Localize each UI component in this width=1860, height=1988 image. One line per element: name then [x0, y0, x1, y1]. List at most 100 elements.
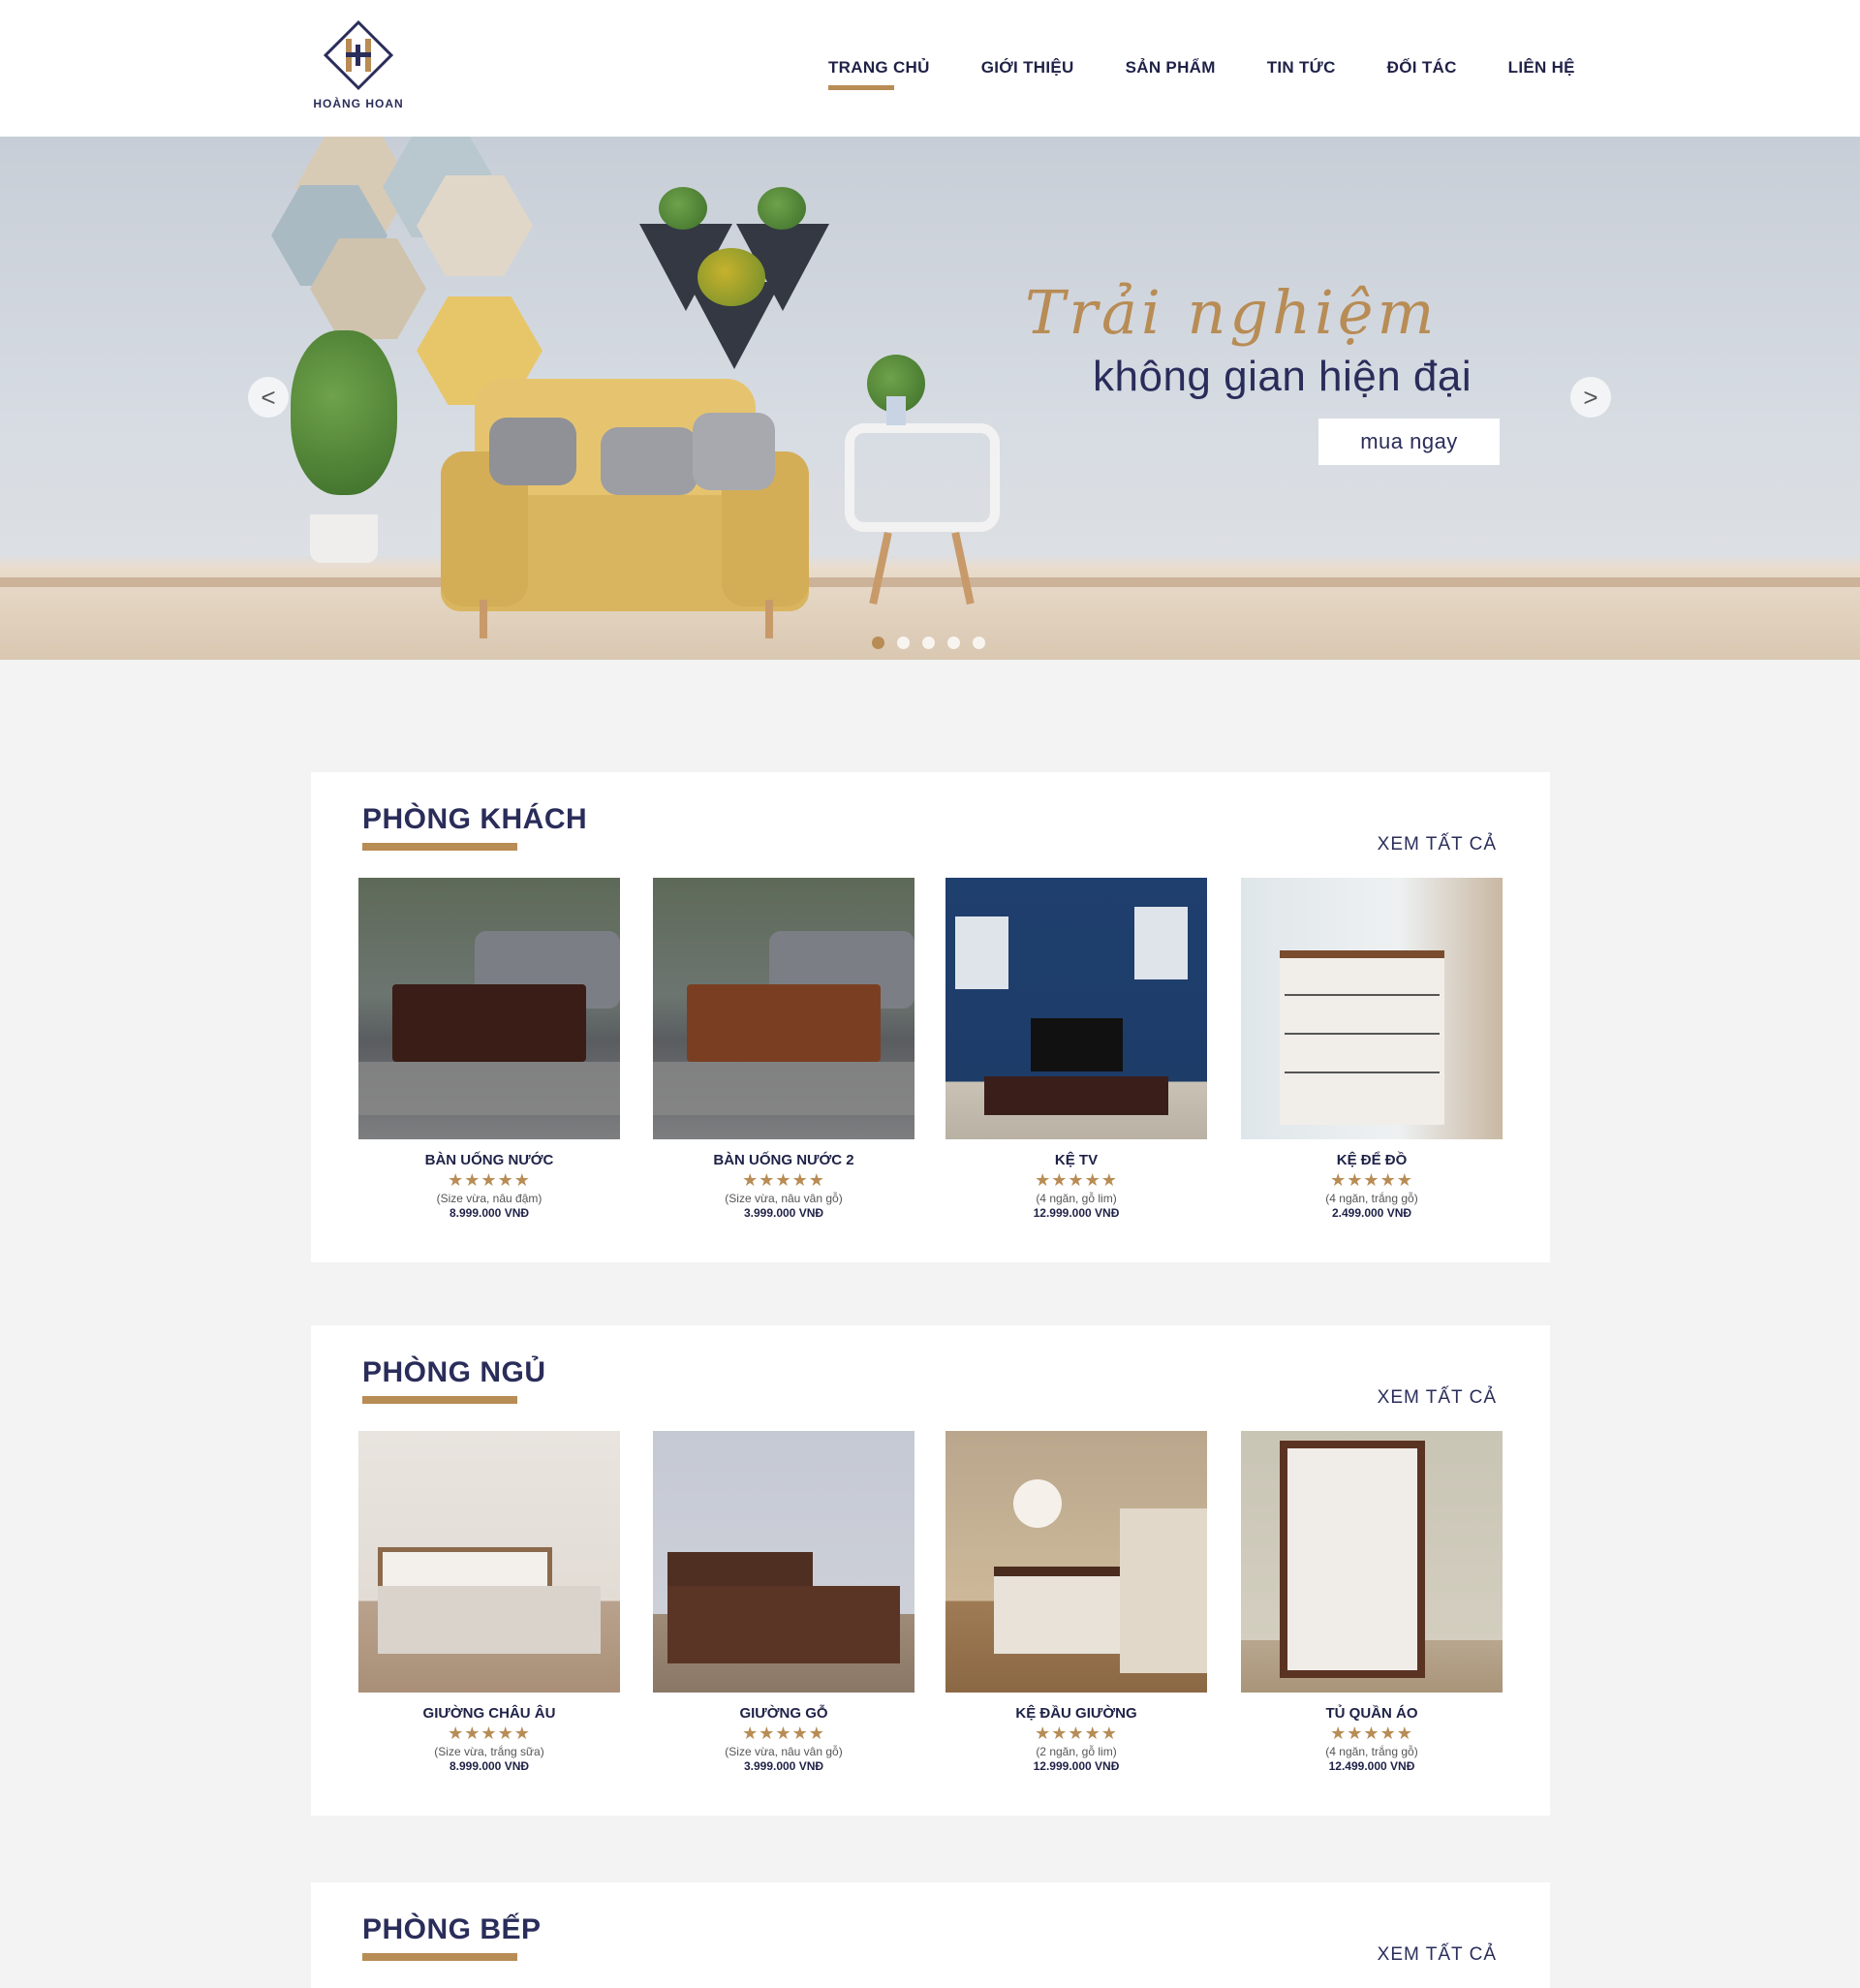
hero-dot[interactable] — [922, 637, 935, 649]
product-name: KỆ TV — [1054, 1152, 1099, 1168]
brand-logo[interactable]: HOÀNG HOAN — [311, 16, 406, 112]
armchair-leg — [480, 600, 487, 638]
product-image — [653, 878, 914, 1139]
section-title: PHÒNG KHÁCH — [362, 803, 588, 835]
brand-name: HOÀNG HOAN — [313, 97, 404, 110]
product-desc: (2 ngăn, gỗ lim) — [1036, 1745, 1117, 1758]
product-name: GIƯỜNG CHÂU ÂU — [422, 1705, 556, 1722]
view-all-link[interactable]: XEM TẤT CẢ — [1378, 834, 1497, 855]
nav-item-about[interactable]: GIỚI THIỆU — [981, 58, 1074, 97]
product-image — [946, 1431, 1207, 1693]
section-kitchen: PHÒNG BẾP XEM TẤT CẢ — [311, 1882, 1550, 1988]
rating-stars-icon: ★★★★★ — [448, 1724, 531, 1743]
painting-shape — [955, 916, 1008, 989]
armchair-leg — [765, 600, 773, 638]
nav-item-contact[interactable]: LIÊN HỆ — [1508, 58, 1575, 97]
product-desc: (4 ngăn, trắng gỗ) — [1325, 1192, 1418, 1205]
view-all-link[interactable]: XEM TẤT CẢ — [1378, 1944, 1497, 1966]
product-grid: BÀN UỐNG NƯỚC ★★★★★ (Size vừa, nâu đậm) … — [358, 878, 1504, 1246]
product-price: 8.999.000 VNĐ — [449, 1206, 530, 1220]
product-desc: (4 ngăn, trắng gỗ) — [1325, 1745, 1418, 1758]
main-nav: TRANG CHỦ GIỚI THIỆU SẢN PHẨM TIN TỨC ĐỐ… — [828, 58, 1575, 97]
section-underline — [362, 843, 517, 851]
product-price: 2.499.000 VNĐ — [1331, 1206, 1412, 1220]
table-shape — [392, 984, 586, 1062]
product-desc: (4 ngăn, gỗ lim) — [1036, 1192, 1117, 1205]
plant-pot — [310, 514, 378, 563]
product-card[interactable]: GIƯỜNG GỖ ★★★★★ (Size vừa, nâu vân gỗ) 3… — [653, 1431, 914, 1773]
product-image — [946, 878, 1207, 1139]
section-bedroom: PHÒNG NGỦ XEM TẤT CẢ GIƯỜNG CHÂU ÂU ★★★★… — [311, 1325, 1550, 1816]
hero-dot[interactable] — [973, 637, 985, 649]
nav-item-news[interactable]: TIN TỨC — [1267, 58, 1336, 97]
section-title: PHÒNG NGỦ — [362, 1356, 546, 1388]
drawer-line — [1285, 1033, 1440, 1035]
bed-headboard — [667, 1552, 813, 1591]
rating-stars-icon: ★★★★★ — [448, 1170, 531, 1190]
product-name: TỦ QUẦN ÁO — [1325, 1705, 1418, 1722]
planter-plant — [758, 187, 806, 230]
product-card[interactable]: TỦ QUẦN ÁO ★★★★★ (4 ngăn, trắng gỗ) 12.4… — [1241, 1431, 1503, 1773]
hero-next-button[interactable]: > — [1570, 377, 1611, 418]
product-grid: GIƯỜNG CHÂU ÂU ★★★★★ (Size vừa, trắng sữ… — [358, 1431, 1504, 1799]
product-card[interactable]: KỆ ĐẦU GIƯỜNG ★★★★★ (2 ngăn, gỗ lim) 12.… — [946, 1431, 1207, 1773]
nav-item-partners[interactable]: ĐỐI TÁC — [1387, 58, 1457, 97]
nav-item-home[interactable]: TRANG CHỦ — [828, 58, 930, 97]
tv-stand-shape — [984, 1076, 1168, 1115]
table-shape — [687, 984, 881, 1062]
drawer-line — [1285, 1072, 1440, 1073]
bed-shape — [1120, 1508, 1207, 1673]
rating-stars-icon: ★★★★★ — [1330, 1170, 1413, 1190]
product-image — [358, 878, 620, 1139]
product-image — [653, 1431, 914, 1693]
product-price: 12.499.000 VNĐ — [1328, 1759, 1415, 1773]
product-price: 8.999.000 VNĐ — [449, 1759, 530, 1773]
product-card[interactable]: GIƯỜNG CHÂU ÂU ★★★★★ (Size vừa, trắng sữ… — [358, 1431, 620, 1773]
rug-shape — [653, 1062, 914, 1115]
section-title: PHÒNG BẾP — [362, 1913, 542, 1945]
bed-shape — [667, 1586, 900, 1663]
hero-dot[interactable] — [872, 637, 884, 649]
product-desc: (Size vừa, nâu vân gỗ) — [725, 1192, 843, 1205]
product-image — [358, 1431, 620, 1693]
product-desc: (Size vừa, nâu vân gỗ) — [725, 1745, 843, 1758]
product-name: BÀN UỐNG NƯỚC — [424, 1152, 554, 1168]
product-name: KỆ ĐỂ ĐỒ — [1336, 1152, 1408, 1168]
product-price: 3.999.000 VNĐ — [743, 1759, 824, 1773]
product-price: 12.999.000 VNĐ — [1033, 1206, 1120, 1220]
rating-stars-icon: ★★★★★ — [742, 1170, 825, 1190]
nav-item-products[interactable]: SẢN PHẨM — [1126, 58, 1216, 97]
product-price: 12.999.000 VNĐ — [1033, 1759, 1120, 1773]
hero-dot[interactable] — [897, 637, 910, 649]
bed-headboard — [378, 1547, 552, 1591]
hero-title: không gian hiện đại — [1093, 353, 1472, 400]
product-card[interactable]: BÀN UỐNG NƯỚC 2 ★★★★★ (Size vừa, nâu vân… — [653, 878, 914, 1220]
rating-stars-icon: ★★★★★ — [1035, 1724, 1118, 1743]
product-card[interactable]: BÀN UỐNG NƯỚC ★★★★★ (Size vừa, nâu đậm) … — [358, 878, 620, 1220]
product-price: 3.999.000 VNĐ — [743, 1206, 824, 1220]
rating-stars-icon: ★★★★★ — [742, 1724, 825, 1743]
hero-prev-button[interactable]: < — [248, 377, 289, 418]
hero-baseboard — [0, 577, 1860, 587]
rating-stars-icon: ★★★★★ — [1330, 1724, 1413, 1743]
section-living-room: PHÒNG KHÁCH XEM TẤT CẢ BÀN UỐNG NƯỚC ★★★… — [311, 772, 1550, 1262]
wardrobe-shape — [1280, 1441, 1425, 1678]
product-desc: (Size vừa, nâu đậm) — [436, 1192, 542, 1205]
planter-plant — [659, 187, 707, 230]
buy-now-button[interactable]: mua ngay — [1318, 419, 1500, 465]
plant-pot — [886, 396, 906, 425]
product-card[interactable]: KỆ ĐỂ ĐỒ ★★★★★ (4 ngăn, trắng gỗ) 2.499.… — [1241, 878, 1503, 1220]
rating-stars-icon: ★★★★★ — [1035, 1170, 1118, 1190]
bed-shape — [378, 1586, 601, 1654]
view-all-link[interactable]: XEM TẤT CẢ — [1378, 1387, 1497, 1409]
product-card[interactable]: KỆ TV ★★★★★ (4 ngăn, gỗ lim) 12.999.000 … — [946, 878, 1207, 1220]
cushion — [601, 427, 698, 495]
product-name: KỆ ĐẦU GIƯỜNG — [1015, 1705, 1137, 1722]
section-underline — [362, 1953, 517, 1961]
section-underline — [362, 1396, 517, 1404]
product-name: GIƯỜNG GỖ — [739, 1705, 828, 1722]
floor-plant — [291, 330, 397, 495]
side-table — [845, 423, 1000, 532]
hero-dot[interactable] — [947, 637, 960, 649]
hero-script-text: Trải nghiệm — [1025, 277, 1439, 348]
